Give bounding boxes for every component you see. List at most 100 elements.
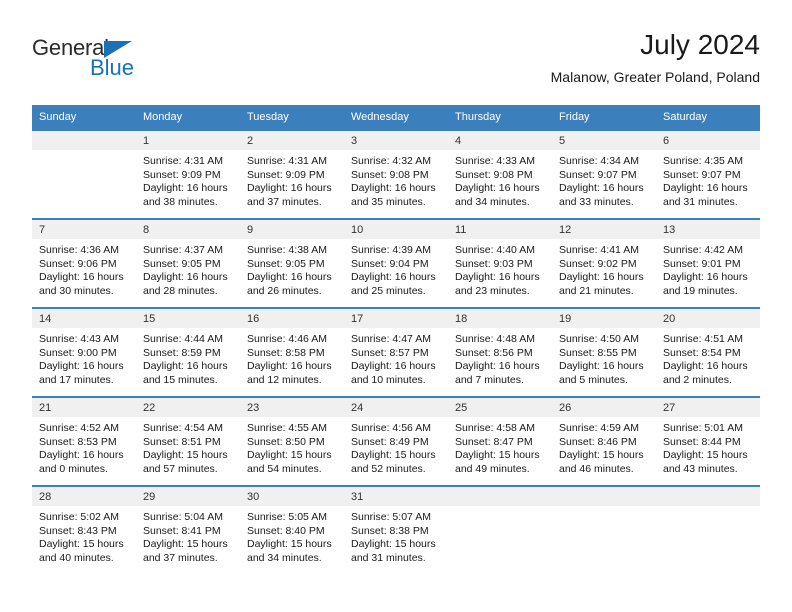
calendar-day-cell[interactable]: 18 Sunrise: 4:48 AM Sunset: 8:56 PM Dayligh…	[448, 307, 552, 397]
calendar-day-cell[interactable]: 10 Sunrise: 4:39 AM Sunset: 9:04 PM Dayligh…	[344, 218, 448, 308]
calendar-day-cell[interactable]: 19 Sunrise: 4:50 AM Sunset: 8:55 PM Dayligh…	[552, 307, 656, 397]
day-detail-line: Daylight: 16 hours	[39, 360, 124, 372]
day-detail-line: Sunrise: 4:31 AM	[143, 155, 223, 167]
day-number: 17	[344, 309, 448, 328]
day-detail-line: Sunset: 8:40 PM	[247, 524, 325, 537]
brand-name-blue: Blue	[90, 55, 135, 80]
calendar-day-cell[interactable]: 24 Sunrise: 4:56 AM Sunset: 8:49 PM Dayligh…	[344, 396, 448, 486]
page-title: July 2024	[640, 29, 760, 60]
day-details: Sunrise: 5:02 AM Sunset: 8:43 PM Daylight:…	[32, 506, 136, 565]
calendar-day-cell[interactable]: 5 Sunrise: 4:34 AM Sunset: 9:07 PM Daylight…	[552, 129, 656, 219]
day-detail-line: and 40 minutes.	[39, 551, 114, 564]
day-detail-line: and 17 minutes.	[39, 373, 114, 386]
day-detail-line: Sunrise: 4:36 AM	[39, 244, 119, 256]
day-detail-line: and 2 minutes.	[663, 373, 732, 386]
day-number: 24	[344, 398, 448, 417]
calendar-week-row: 14 Sunrise: 4:43 AM Sunset: 9:00 PM Dayligh…	[32, 307, 760, 397]
day-number	[656, 487, 760, 506]
day-detail-line: Daylight: 16 hours	[559, 360, 644, 372]
day-detail-line: Daylight: 15 hours	[559, 449, 644, 461]
weekday-header-saturday: Saturday	[656, 105, 760, 130]
day-detail-line: and 10 minutes.	[351, 373, 426, 386]
day-detail-line: and 33 minutes.	[559, 195, 634, 208]
day-detail-line: Daylight: 16 hours	[39, 271, 124, 283]
calendar-cell-empty	[32, 129, 136, 219]
calendar-page: General Blue July 2024 Malanow, Greater …	[0, 0, 792, 612]
day-detail-line: Sunrise: 4:46 AM	[247, 333, 327, 345]
day-number: 11	[448, 220, 552, 239]
calendar-day-cell[interactable]: 21 Sunrise: 4:52 AM Sunset: 8:53 PM Dayligh…	[32, 396, 136, 486]
calendar-day-cell[interactable]: 12 Sunrise: 4:41 AM Sunset: 9:02 PM Dayligh…	[552, 218, 656, 308]
calendar-cell-empty	[448, 485, 552, 575]
day-detail-line: Sunrise: 4:34 AM	[559, 155, 639, 167]
calendar-day-cell[interactable]: 2 Sunrise: 4:31 AM Sunset: 9:09 PM Daylight…	[240, 129, 344, 219]
calendar-day-cell[interactable]: 9 Sunrise: 4:38 AM Sunset: 9:05 PM Daylight…	[240, 218, 344, 308]
calendar-day-cell[interactable]: 26 Sunrise: 4:59 AM Sunset: 8:46 PM Dayligh…	[552, 396, 656, 486]
day-detail-line: Daylight: 16 hours	[663, 360, 748, 372]
day-detail-line: Daylight: 15 hours	[39, 538, 124, 550]
day-detail-line: Daylight: 16 hours	[39, 449, 124, 461]
calendar-week-row: 21 Sunrise: 4:52 AM Sunset: 8:53 PM Dayligh…	[32, 396, 760, 486]
calendar-day-cell[interactable]: 15 Sunrise: 4:44 AM Sunset: 8:59 PM Dayligh…	[136, 307, 240, 397]
day-detail-line: Sunset: 8:59 PM	[143, 346, 221, 359]
day-details: Sunrise: 4:31 AM Sunset: 9:09 PM Daylight:…	[136, 150, 240, 209]
calendar-day-cell[interactable]: 3 Sunrise: 4:32 AM Sunset: 9:08 PM Daylight…	[344, 129, 448, 219]
day-detail-line: Sunset: 8:51 PM	[143, 435, 221, 448]
day-number: 5	[552, 131, 656, 150]
calendar-day-cell[interactable]: 28 Sunrise: 5:02 AM Sunset: 8:43 PM Dayligh…	[32, 485, 136, 575]
day-number: 6	[656, 131, 760, 150]
calendar-day-cell[interactable]: 27 Sunrise: 5:01 AM Sunset: 8:44 PM Dayligh…	[656, 396, 760, 486]
day-details: Sunrise: 4:42 AM Sunset: 9:01 PM Daylight:…	[656, 239, 760, 298]
day-details: Sunrise: 5:05 AM Sunset: 8:40 PM Daylight:…	[240, 506, 344, 565]
day-detail-line: Sunset: 8:55 PM	[559, 346, 637, 359]
day-detail-line: and 23 minutes.	[455, 284, 530, 297]
calendar-day-cell[interactable]: 16 Sunrise: 4:46 AM Sunset: 8:58 PM Dayligh…	[240, 307, 344, 397]
day-number: 10	[344, 220, 448, 239]
day-detail-line: Sunset: 9:06 PM	[39, 257, 117, 270]
day-details: Sunrise: 5:07 AM Sunset: 8:38 PM Daylight:…	[344, 506, 448, 565]
day-details: Sunrise: 5:04 AM Sunset: 8:41 PM Daylight:…	[136, 506, 240, 565]
day-details: Sunrise: 4:37 AM Sunset: 9:05 PM Daylight:…	[136, 239, 240, 298]
brand-logo[interactable]: General Blue	[32, 36, 212, 92]
day-detail-line: Sunrise: 4:33 AM	[455, 155, 535, 167]
calendar-day-cell[interactable]: 20 Sunrise: 4:51 AM Sunset: 8:54 PM Dayligh…	[656, 307, 760, 397]
day-detail-line: and 21 minutes.	[559, 284, 634, 297]
calendar-day-cell[interactable]: 25 Sunrise: 4:58 AM Sunset: 8:47 PM Dayligh…	[448, 396, 552, 486]
day-details: Sunrise: 4:31 AM Sunset: 9:09 PM Daylight:…	[240, 150, 344, 209]
day-detail-line: Sunset: 9:08 PM	[455, 168, 533, 181]
day-detail-line: Sunset: 9:01 PM	[663, 257, 741, 270]
calendar-day-cell[interactable]: 29 Sunrise: 5:04 AM Sunset: 8:41 PM Dayligh…	[136, 485, 240, 575]
day-detail-line: Daylight: 16 hours	[455, 360, 540, 372]
weekday-header-tuesday: Tuesday	[240, 105, 344, 130]
day-details: Sunrise: 4:36 AM Sunset: 9:06 PM Daylight:…	[32, 239, 136, 298]
day-details: Sunrise: 4:59 AM Sunset: 8:46 PM Daylight:…	[552, 417, 656, 476]
day-detail-line: Sunset: 9:09 PM	[143, 168, 221, 181]
day-number: 22	[136, 398, 240, 417]
calendar-day-cell[interactable]: 14 Sunrise: 4:43 AM Sunset: 9:00 PM Dayligh…	[32, 307, 136, 397]
day-detail-line: Sunset: 8:56 PM	[455, 346, 533, 359]
calendar-day-cell[interactable]: 4 Sunrise: 4:33 AM Sunset: 9:08 PM Daylight…	[448, 129, 552, 219]
calendar-table: Sunday Monday Tuesday Wednesday Thursday Frid…	[32, 105, 760, 575]
weekday-header-thursday: Thursday	[448, 105, 552, 130]
calendar-day-cell[interactable]: 11 Sunrise: 4:40 AM Sunset: 9:03 PM Dayligh…	[448, 218, 552, 308]
calendar-day-cell[interactable]: 6 Sunrise: 4:35 AM Sunset: 9:07 PM Daylight…	[656, 129, 760, 219]
day-detail-line: Daylight: 15 hours	[351, 538, 436, 550]
day-number: 30	[240, 487, 344, 506]
calendar-day-cell[interactable]: 23 Sunrise: 4:55 AM Sunset: 8:50 PM Dayligh…	[240, 396, 344, 486]
calendar-day-cell[interactable]: 7 Sunrise: 4:36 AM Sunset: 9:06 PM Daylight…	[32, 218, 136, 308]
calendar-day-cell[interactable]: 30 Sunrise: 5:05 AM Sunset: 8:40 PM Dayligh…	[240, 485, 344, 575]
day-details: Sunrise: 4:35 AM Sunset: 9:07 PM Daylight:…	[656, 150, 760, 209]
day-number: 25	[448, 398, 552, 417]
calendar-day-cell[interactable]: 13 Sunrise: 4:42 AM Sunset: 9:01 PM Dayligh…	[656, 218, 760, 308]
day-detail-line: and 37 minutes.	[247, 195, 322, 208]
day-details: Sunrise: 4:52 AM Sunset: 8:53 PM Daylight:…	[32, 417, 136, 476]
day-details: Sunrise: 4:34 AM Sunset: 9:07 PM Daylight:…	[552, 150, 656, 209]
calendar-day-cell[interactable]: 1 Sunrise: 4:31 AM Sunset: 9:09 PM Daylight…	[136, 129, 240, 219]
calendar-day-cell[interactable]: 22 Sunrise: 4:54 AM Sunset: 8:51 PM Dayligh…	[136, 396, 240, 486]
day-number: 15	[136, 309, 240, 328]
calendar-day-cell[interactable]: 31 Sunrise: 5:07 AM Sunset: 8:38 PM Dayligh…	[344, 485, 448, 575]
day-detail-line: Daylight: 16 hours	[663, 182, 748, 194]
calendar-day-cell[interactable]: 17 Sunrise: 4:47 AM Sunset: 8:57 PM Dayligh…	[344, 307, 448, 397]
calendar-day-cell[interactable]: 8 Sunrise: 4:37 AM Sunset: 9:05 PM Daylight…	[136, 218, 240, 308]
day-number: 26	[552, 398, 656, 417]
